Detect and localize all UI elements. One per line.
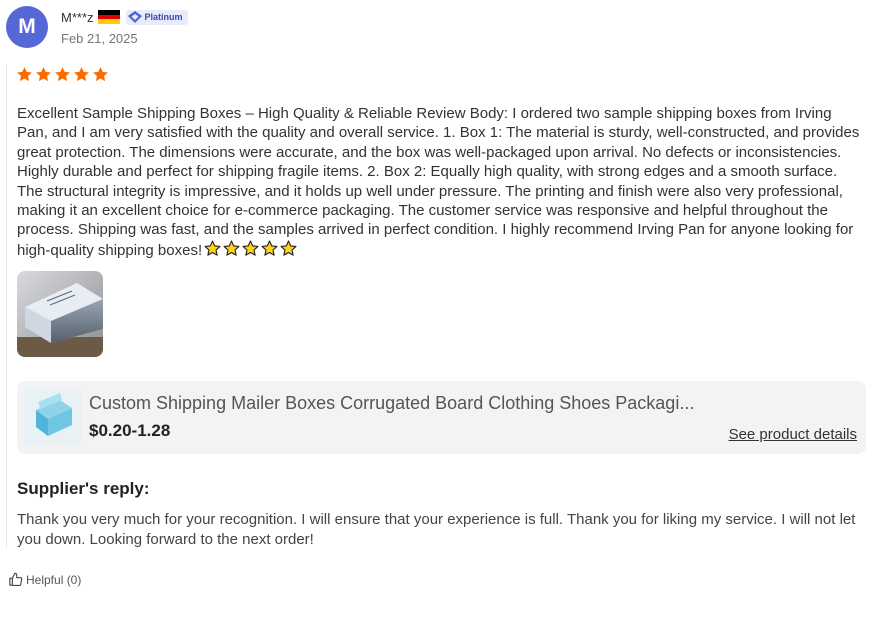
star-icon	[55, 67, 70, 82]
badge-label: Platinum	[144, 12, 183, 22]
box-photo-image	[17, 271, 103, 357]
product-card[interactable]: Custom Shipping Mailer Boxes Corrugated …	[17, 381, 866, 454]
germany-flag-icon	[97, 10, 120, 25]
star-icon	[17, 67, 32, 82]
diamond-icon	[127, 11, 142, 23]
star-emoji-icon	[261, 240, 278, 256]
review-body: Excellent Sample Shipping Boxes – High Q…	[17, 104, 862, 260]
reviewer-name: M***z	[61, 9, 94, 25]
review-date: Feb 21, 2025	[61, 31, 138, 46]
review-text: Excellent Sample Shipping Boxes – High Q…	[17, 105, 860, 259]
star-icon	[74, 67, 89, 82]
star-icon	[93, 67, 108, 82]
product-thumbnail[interactable]	[24, 388, 81, 445]
thumbs-up-icon	[9, 572, 23, 586]
star-emoji-icon	[223, 240, 240, 256]
product-price: $0.20-1.28	[89, 421, 171, 440]
supplier-reply-heading: Supplier's reply:	[17, 479, 150, 498]
helpful-button[interactable]: Helpful (0)	[8, 572, 81, 587]
platinum-badge: Platinum	[125, 9, 188, 25]
star-emoji-icon	[280, 240, 297, 256]
mailer-box-image	[24, 388, 81, 445]
star-icon	[36, 67, 51, 82]
reviewer-info: M***z Platinum Feb 21, 2025	[61, 8, 188, 46]
avatar: M	[6, 6, 48, 48]
helpful-label: Helpful (0)	[26, 572, 82, 587]
see-product-details-link[interactable]: See product details	[729, 426, 857, 443]
review-photo[interactable]	[17, 271, 103, 357]
divider	[6, 64, 7, 548]
star-emoji-icon	[204, 240, 221, 256]
emoji-stars	[204, 240, 299, 257]
supplier-reply-text: Thank you very much for your recognition…	[17, 511, 856, 548]
star-rating	[16, 66, 111, 83]
product-title[interactable]: Custom Shipping Mailer Boxes Corrugated …	[89, 393, 694, 414]
star-emoji-icon	[242, 240, 259, 256]
review-header: M M***z Platinum Feb 21, 2025	[6, 6, 188, 48]
